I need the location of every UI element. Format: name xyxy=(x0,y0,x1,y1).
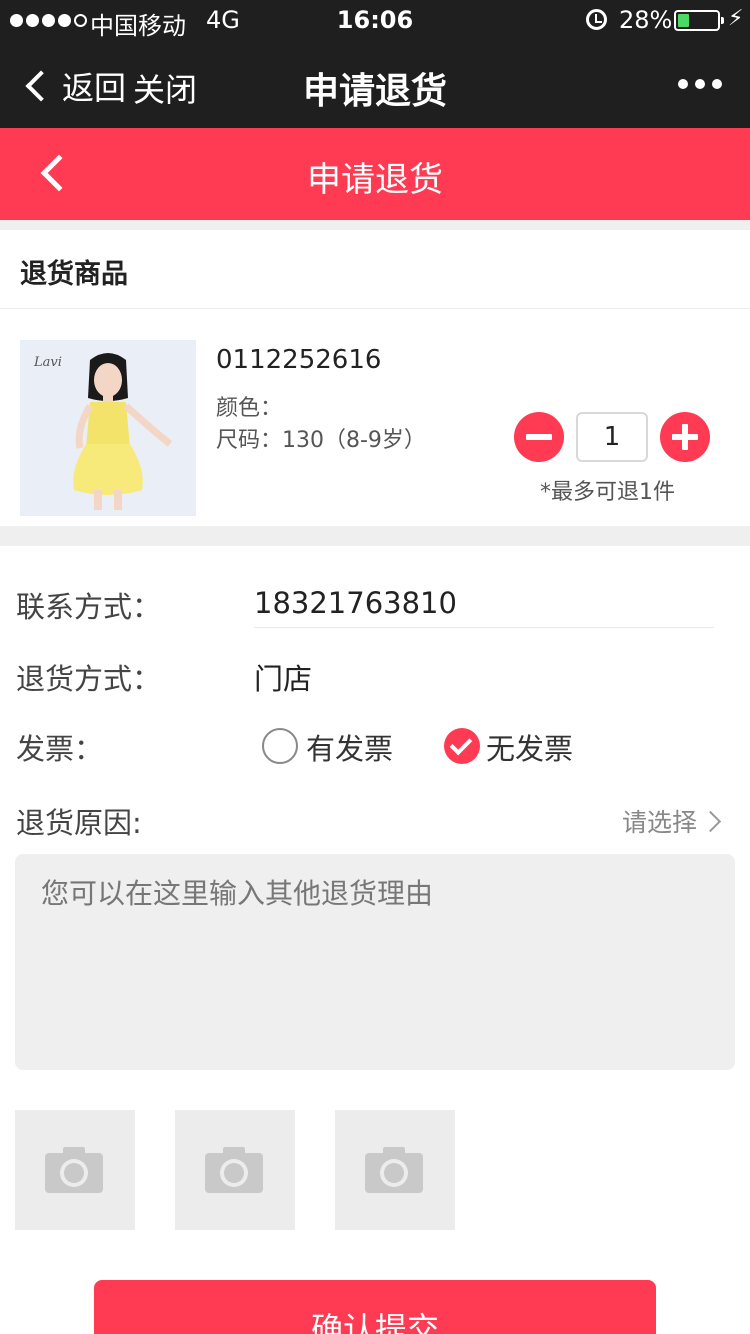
status-bar: 中国移动 4G 16:06 28% ⚡ xyxy=(0,0,750,40)
minus-icon xyxy=(526,434,552,440)
nav-title: 申请退货 xyxy=(302,71,447,112)
quantity-increase-button[interactable] xyxy=(660,412,710,462)
return-method-label: 退货方式： xyxy=(16,662,162,696)
product-image: Lavi xyxy=(20,340,196,516)
wechat-nav-bar: 返回 关闭 申请退货 xyxy=(0,40,750,128)
alarm-icon xyxy=(586,9,607,30)
return-reason-textarea[interactable] xyxy=(15,854,735,1070)
charging-icon: ⚡ xyxy=(728,6,744,31)
invoice-label: 发票： xyxy=(16,732,104,766)
return-reason-select-label: 请选择 xyxy=(622,808,698,837)
photo-upload-slot[interactable] xyxy=(335,1110,455,1230)
product-color: 颜色： xyxy=(216,396,283,421)
chevron-right-icon xyxy=(699,810,722,832)
return-reason-select[interactable]: 请选择 xyxy=(622,803,722,839)
return-reason-label: 退货原因: xyxy=(16,806,142,840)
battery-percent: 28% xyxy=(619,6,673,34)
return-method-value: 门店 xyxy=(254,662,313,696)
section-separator xyxy=(0,220,750,230)
contact-phone-input[interactable] xyxy=(254,578,714,628)
page-title: 申请退货 xyxy=(307,160,443,200)
svg-text:Lavi: Lavi xyxy=(33,355,62,370)
camera-icon xyxy=(365,1147,423,1193)
contact-label: 联系方式： xyxy=(16,590,162,624)
invoice-no-radio[interactable] xyxy=(444,728,480,764)
invoice-yes-label[interactable]: 有发票 xyxy=(306,726,393,768)
more-options-icon[interactable] xyxy=(678,79,722,89)
quantity-input[interactable] xyxy=(576,412,648,462)
invoice-yes-radio[interactable] xyxy=(262,728,298,764)
max-return-note: *最多可退1件 xyxy=(540,480,675,505)
photo-upload-slot[interactable] xyxy=(15,1110,135,1230)
photo-upload-slot[interactable] xyxy=(175,1110,295,1230)
page-header: 申请退货 xyxy=(0,128,750,220)
invoice-no-label[interactable]: 无发票 xyxy=(486,726,573,768)
product-sku: 0112252616 xyxy=(216,345,382,375)
checkmark-icon xyxy=(449,732,473,756)
divider xyxy=(0,308,750,309)
battery-icon xyxy=(674,10,724,31)
camera-icon xyxy=(45,1147,103,1193)
section-title-return-goods: 退货商品 xyxy=(20,259,128,290)
camera-icon xyxy=(205,1147,263,1193)
product-size: 尺码：130（8-9岁） xyxy=(216,428,426,453)
submit-button[interactable]: 确认提交 xyxy=(94,1280,656,1334)
quantity-decrease-button[interactable] xyxy=(514,412,564,462)
section-separator xyxy=(0,526,750,546)
